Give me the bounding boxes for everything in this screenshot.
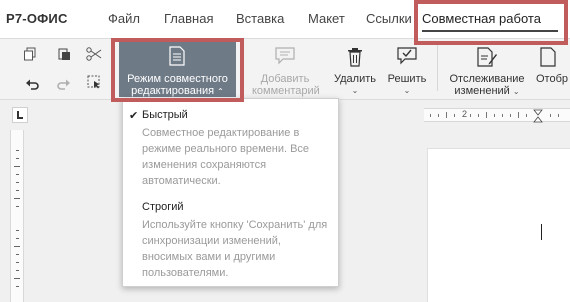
track-changes-button[interactable]: Отслеживание изменений ⌄ — [444, 47, 530, 98]
select-all-icon[interactable] — [86, 75, 102, 91]
add-comment-button[interactable]: Добавить комментарий — [252, 47, 320, 97]
ruler-ticks — [430, 109, 559, 123]
tab-layout[interactable]: Макет — [308, 11, 345, 26]
comment-icon — [275, 47, 295, 67]
toolbar: Режим совместного редактирования ⌃ Добав… — [0, 38, 570, 100]
collab-mode-dropdown: ✔ Быстрый Совместное редактирование в ре… — [122, 98, 339, 287]
option-strict-title: Строгий — [142, 201, 184, 213]
option-fast-title: Быстрый — [142, 109, 188, 121]
document-page[interactable] — [427, 148, 570, 302]
display-mode-button[interactable]: Отобр — [536, 47, 570, 85]
highlight-collab-mode-button — [111, 38, 244, 102]
option-fast-description: Совместное редактирование в режиме реаль… — [142, 127, 310, 187]
add-comment-label-line2: комментарий — [252, 85, 320, 97]
toolbar-separator — [437, 45, 438, 91]
tab-stop-left-icon-base — [17, 117, 23, 119]
tab-stop-selector[interactable] — [12, 107, 28, 123]
cut-icon[interactable] — [86, 47, 102, 63]
resolve-comment-button[interactable]: Решить ⌄ — [384, 47, 430, 97]
undo-icon[interactable] — [24, 77, 40, 93]
resolve-label: Решить — [387, 73, 427, 85]
display-mode-label: Отобр — [536, 73, 569, 85]
redo-icon[interactable] — [56, 77, 72, 93]
chevron-down-icon: ⌄ — [403, 86, 411, 95]
app-logo: Р7-ОФИС — [6, 11, 68, 26]
ruler-mark: 2 — [462, 109, 468, 119]
copy-icon[interactable] — [22, 47, 38, 63]
add-comment-label-line1: Добавить — [260, 73, 310, 85]
option-strict-mode[interactable]: Строгий Используйте кнопку 'Сохранить' д… — [123, 199, 340, 283]
highlight-collaboration-tab — [414, 0, 568, 45]
trash-icon — [345, 47, 365, 67]
text-cursor — [541, 224, 542, 240]
display-mode-icon — [540, 47, 560, 67]
resolve-check-icon — [397, 47, 417, 67]
vertical-ruler-ticks — [14, 150, 20, 287]
track-changes-icon — [477, 47, 497, 67]
chevron-down-icon: ⌄ — [512, 87, 520, 96]
tab-home[interactable]: Главная — [164, 11, 213, 26]
track-changes-label-line2-row: изменений ⌄ — [444, 85, 530, 98]
option-strict-description: Используйте кнопку 'Сохранить' для синхр… — [142, 219, 328, 279]
paste-icon[interactable] — [56, 47, 72, 63]
tab-insert[interactable]: Вставка — [236, 11, 284, 26]
track-changes-label-line1: Отслеживание — [449, 73, 525, 85]
horizontal-ruler[interactable]: 2 — [424, 108, 570, 123]
delete-comment-button[interactable]: Удалить ⌄ — [332, 47, 378, 97]
option-fast-mode[interactable]: ✔ Быстрый Совместное редактирование в ре… — [123, 107, 340, 191]
tab-references[interactable]: Ссылки — [366, 11, 412, 26]
vertical-ruler[interactable] — [10, 130, 24, 302]
tab-file[interactable]: Файл — [108, 11, 140, 26]
chevron-down-icon: ⌄ — [351, 86, 359, 95]
checkmark-icon: ✔ — [129, 110, 139, 122]
delete-label: Удалить — [334, 73, 376, 85]
track-changes-label-line2: изменений — [454, 85, 510, 97]
